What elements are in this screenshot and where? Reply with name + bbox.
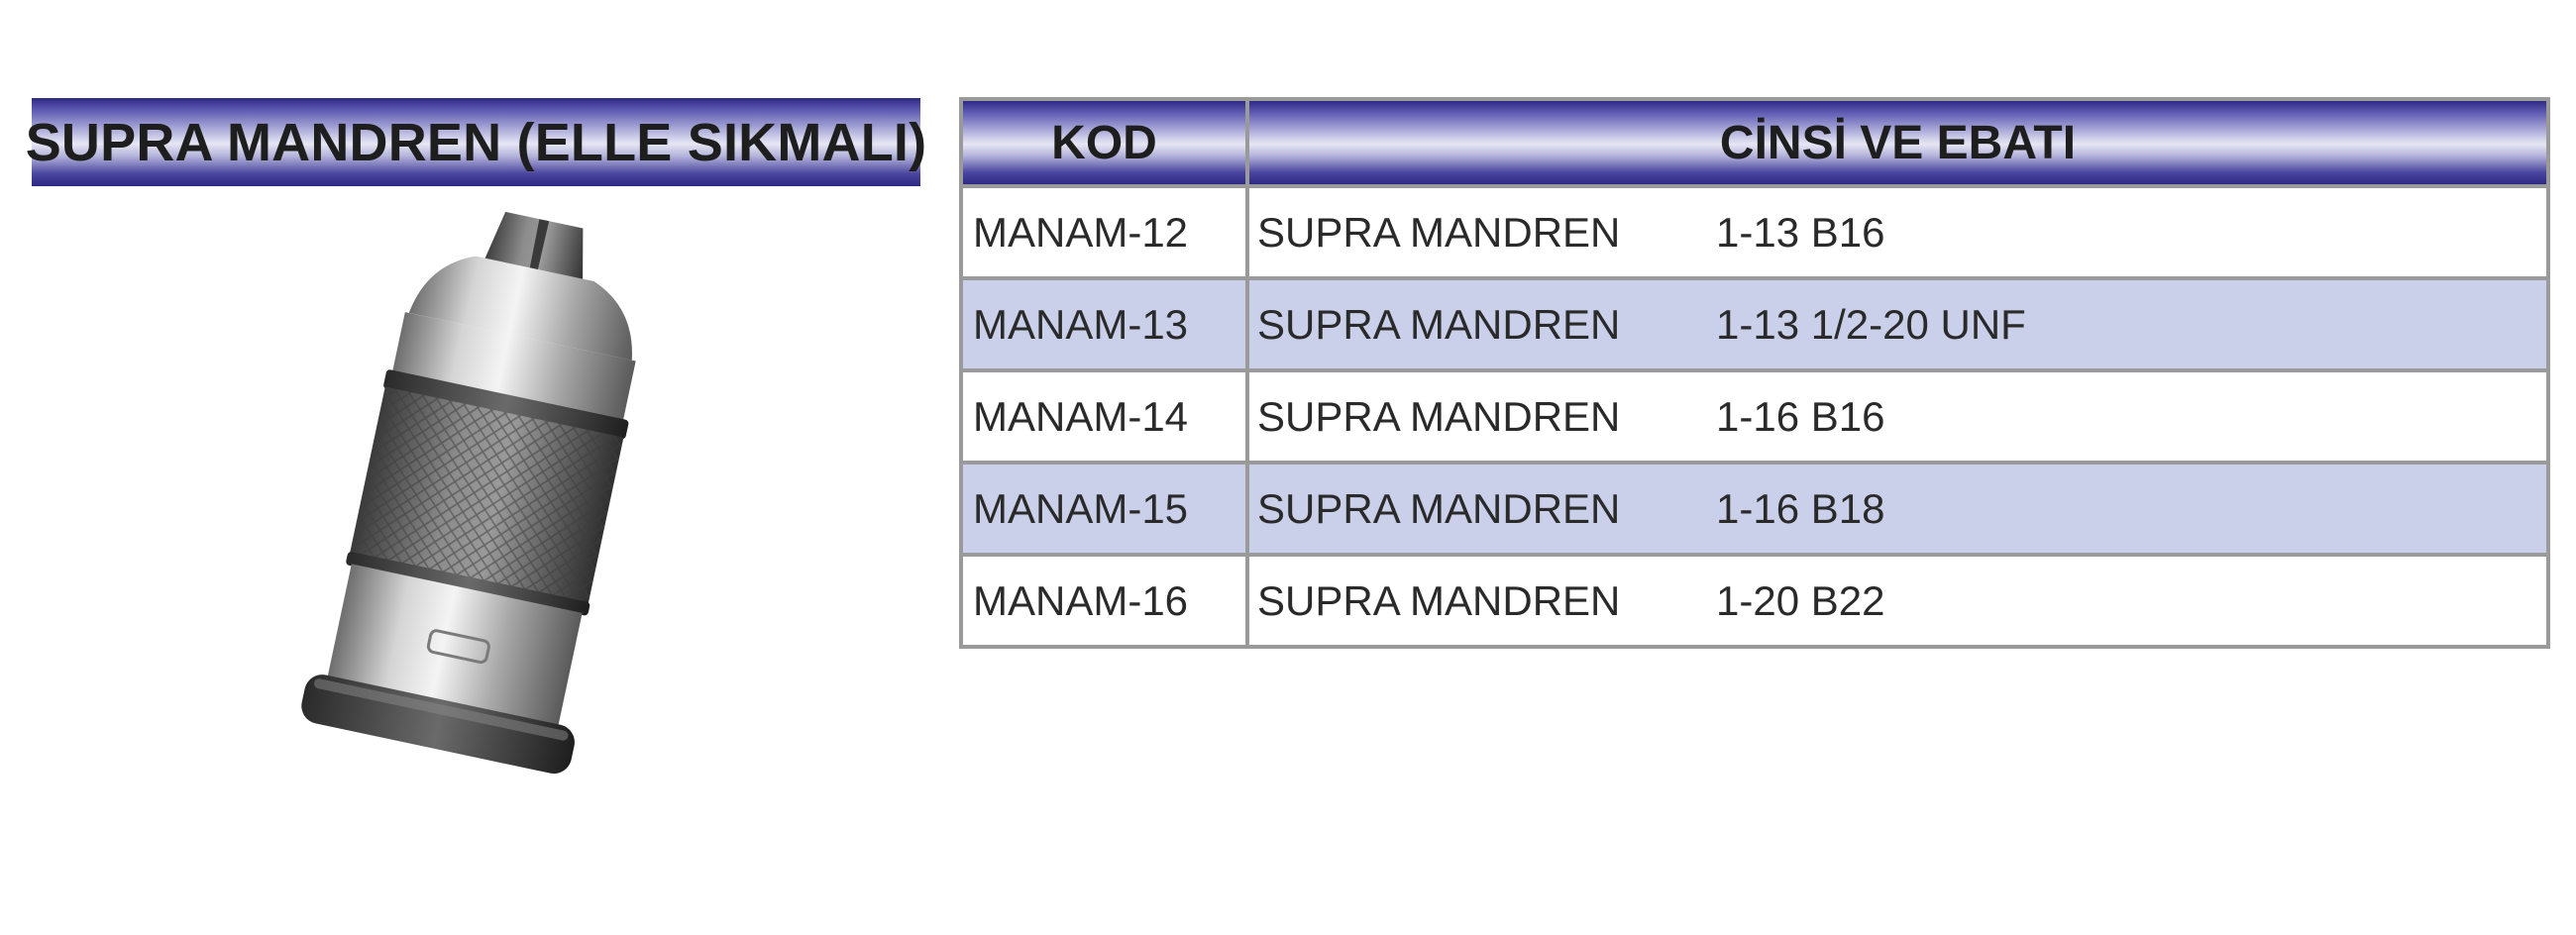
- table-row: MANAM-14 SUPRA MANDREN 1-16 B16: [959, 368, 2550, 465]
- table-header-row: KOD CİNSİ VE EBATI: [959, 97, 2550, 188]
- row-code: MANAM-14: [959, 368, 1249, 465]
- row-size: 1-13 B16: [1716, 208, 1885, 256]
- row-name: SUPRA MANDREN: [1257, 576, 1621, 624]
- row-size: 1-20 B22: [1716, 576, 1885, 624]
- row-name: SUPRA MANDREN: [1257, 392, 1621, 440]
- row-code: MANAM-15: [959, 461, 1249, 557]
- row-name: SUPRA MANDREN: [1257, 208, 1621, 256]
- row-description: SUPRA MANDREN 1-13 1/2-20 UNF: [1245, 276, 2550, 372]
- row-code: MANAM-16: [959, 553, 1249, 649]
- header-description: CİNSİ VE EBATI: [1245, 97, 2550, 188]
- row-description: SUPRA MANDREN 1-13 B16: [1245, 184, 2550, 280]
- table-row: MANAM-13 SUPRA MANDREN 1-13 1/2-20 UNF: [959, 276, 2550, 372]
- row-description: SUPRA MANDREN 1-16 B16: [1245, 368, 2550, 465]
- row-size: 1-13 1/2-20 UNF: [1716, 300, 2026, 348]
- product-title-bar: SUPRA MANDREN (ELLE SIKMALI): [26, 98, 926, 186]
- row-name: SUPRA MANDREN: [1257, 484, 1621, 532]
- row-code: MANAM-13: [959, 276, 1249, 372]
- row-name: SUPRA MANDREN: [1257, 300, 1621, 348]
- row-description: SUPRA MANDREN 1-20 B22: [1245, 553, 2550, 649]
- product-title: SUPRA MANDREN (ELLE SIKMALI): [25, 112, 927, 172]
- row-description: SUPRA MANDREN 1-16 B18: [1245, 461, 2550, 557]
- row-size: 1-16 B16: [1716, 392, 1885, 440]
- product-table: KOD CİNSİ VE EBATI MANAM-12 SUPRA MANDRE…: [959, 97, 2550, 649]
- row-size: 1-16 B18: [1716, 484, 1885, 532]
- table-row: MANAM-15 SUPRA MANDREN 1-16 B18: [959, 461, 2550, 557]
- drill-chuck-image: [301, 211, 636, 775]
- header-code: KOD: [959, 97, 1249, 188]
- table-row: MANAM-16 SUPRA MANDREN 1-20 B22: [959, 553, 2550, 649]
- row-code: MANAM-12: [959, 184, 1249, 280]
- table-row: MANAM-12 SUPRA MANDREN 1-13 B16: [959, 184, 2550, 280]
